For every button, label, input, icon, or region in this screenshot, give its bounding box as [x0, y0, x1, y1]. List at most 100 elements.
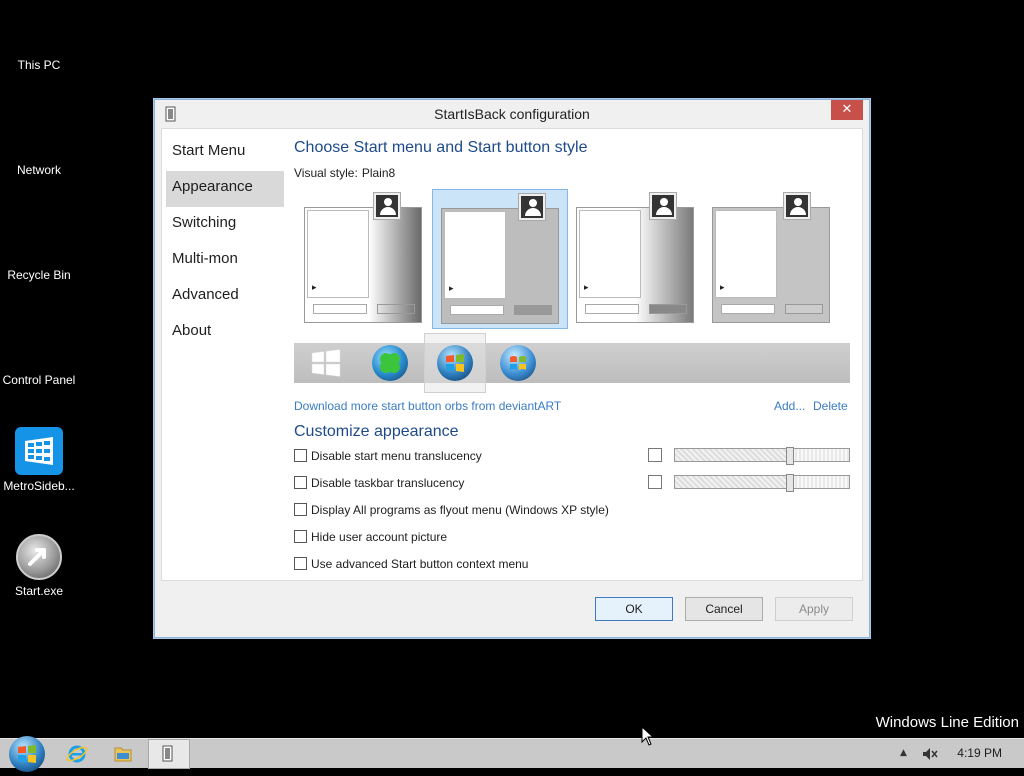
download-orbs-link[interactable]: Download more start button orbs from dev…: [294, 399, 561, 413]
user-picture-icon: [783, 192, 811, 220]
orb-option-windows7[interactable]: [437, 345, 473, 381]
start-button[interactable]: [9, 736, 45, 772]
style-option-2[interactable]: ▸: [432, 189, 568, 329]
appearance-panel: Choose Start menu and Start button style…: [292, 129, 862, 580]
start-menu-preview: ▸: [712, 207, 830, 323]
checkbox[interactable]: [294, 476, 307, 489]
slider-fill: [675, 476, 790, 488]
clover-icon: [380, 353, 400, 373]
desktop-icon-start-exe[interactable]: Start.exe: [0, 534, 78, 598]
settings-nav: Start Menu Appearance Switching Multi-mo…: [166, 135, 284, 351]
startisback-config-icon: [162, 745, 173, 762]
desktop-icon-this-pc[interactable]: This PC: [0, 58, 78, 72]
desktop-icon-label: MetroSideb...: [3, 479, 75, 493]
visual-style-readout: Visual style: Plain8: [294, 166, 395, 180]
style-section-heading: Choose Start menu and Start button style: [294, 139, 588, 156]
taskbar-translucency-slider[interactable]: [674, 474, 850, 492]
window-title: StartIsBack configuration: [434, 106, 590, 122]
ok-button[interactable]: OK: [595, 597, 673, 621]
customize-section-heading: Customize appearance: [294, 423, 459, 440]
slider-fill: [675, 449, 790, 461]
slider-thumb[interactable]: [785, 447, 794, 465]
taskbar: ▲ 4:19 PM: [0, 736, 1024, 772]
start-menu-color-picker[interactable]: [648, 448, 662, 462]
desktop-icon-metrosidebar[interactable]: MetroSideb...: [0, 427, 78, 493]
taskbar-startisback-config[interactable]: [148, 739, 190, 769]
checkbox[interactable]: [294, 557, 307, 570]
nav-item-appearance[interactable]: Appearance: [166, 171, 284, 207]
preview-left-pane: ▸: [715, 210, 777, 298]
taskbar-color-picker[interactable]: [648, 475, 662, 489]
start-menu-preview: ▸: [576, 207, 694, 323]
style-option-3[interactable]: ▸: [568, 189, 704, 329]
preview-shutdown-box: [785, 304, 823, 314]
visual-style-value: Plain8: [361, 166, 396, 180]
option-hide-user-picture[interactable]: Hide user account picture: [294, 530, 447, 546]
start-menu-preview: ▸: [304, 207, 422, 323]
preview-left-pane: ▸: [444, 211, 506, 299]
desktop: This PC Network Recycle Bin Control Pane…: [0, 0, 1024, 738]
option-disable-taskbar-translucency[interactable]: Disable taskbar translucency: [294, 476, 464, 492]
checkbox[interactable]: [294, 530, 307, 543]
close-button[interactable]: ✕: [831, 100, 863, 120]
mouse-pointer-icon: [641, 726, 655, 746]
orb-option-windows8[interactable]: [308, 345, 344, 381]
desktop-icon-label: Control Panel: [2, 373, 76, 387]
nav-item-start-menu[interactable]: Start Menu: [166, 135, 284, 171]
preview-search-box: [585, 304, 639, 314]
apply-button[interactable]: Apply: [775, 597, 853, 621]
style-option-4[interactable]: ▸: [704, 189, 840, 329]
desktop-icon-label: Recycle Bin: [7, 268, 71, 282]
option-disable-start-menu-translucency[interactable]: Disable start menu translucency: [294, 449, 482, 465]
volume-muted-icon[interactable]: [921, 745, 939, 767]
user-picture-icon: [518, 193, 546, 221]
checkbox[interactable]: [294, 449, 307, 462]
preview-search-box: [313, 304, 367, 314]
windows-orb-icon: [18, 745, 36, 763]
desktop-icon-recycle-bin[interactable]: Recycle Bin: [0, 268, 78, 282]
delete-orb-link[interactable]: Delete: [813, 399, 848, 413]
taskbar-file-explorer[interactable]: [102, 739, 144, 769]
start-orb-picker: [294, 333, 850, 393]
option-advanced-context-menu[interactable]: Use advanced Start button context menu: [294, 557, 528, 573]
nav-item-multi-mon[interactable]: Multi-mon: [166, 243, 284, 279]
slider-thumb[interactable]: [785, 474, 794, 492]
startisback-config-window: StartIsBack configuration ✕ Start Menu A…: [154, 99, 870, 638]
desktop-icon-label: Network: [16, 163, 61, 177]
user-picture-icon: [373, 192, 401, 220]
windows8-logo-icon: [311, 349, 341, 377]
nav-item-advanced[interactable]: Advanced: [166, 279, 284, 315]
start-menu-preview: ▸: [441, 208, 559, 324]
start-menu-translucency-slider[interactable]: [674, 447, 850, 465]
edition-watermark: Windows Line Edition: [875, 714, 1019, 731]
preview-shutdown-box: [514, 305, 552, 315]
preview-left-pane: ▸: [307, 210, 369, 298]
windows-flag-icon: [510, 356, 526, 370]
option-label: Use advanced Start button context menu: [311, 557, 529, 571]
orb-option-clover[interactable]: [372, 345, 408, 381]
taskbar-clock[interactable]: 4:19 PM: [957, 746, 1002, 760]
preview-search-box: [450, 305, 504, 315]
option-flyout-all-programs[interactable]: Display All programs as flyout menu (Win…: [294, 503, 609, 519]
add-orb-link[interactable]: Add...: [774, 399, 805, 413]
option-label: Display All programs as flyout menu (Win…: [311, 503, 609, 517]
nav-item-about[interactable]: About: [166, 315, 284, 351]
style-option-1[interactable]: ▸: [296, 189, 432, 329]
start-exe-icon: [16, 534, 62, 580]
user-picture-icon: [649, 192, 677, 220]
desktop-icon-control-panel[interactable]: Control Panel: [0, 373, 78, 387]
orb-option-windows-vista[interactable]: [500, 345, 536, 381]
preview-left-pane: ▸: [579, 210, 641, 298]
windows-flag-icon: [446, 354, 464, 372]
preview-search-box: [721, 304, 775, 314]
taskbar-internet-explorer[interactable]: [56, 739, 98, 769]
desktop-icon-label: Start.exe: [14, 584, 64, 598]
cancel-button[interactable]: Cancel: [685, 597, 763, 621]
title-bar[interactable]: StartIsBack configuration ✕: [155, 100, 869, 128]
show-hidden-icons-chevron-icon[interactable]: ▲: [900, 748, 907, 758]
checkbox[interactable]: [294, 503, 307, 516]
client-area: Start Menu Appearance Switching Multi-mo…: [161, 128, 863, 581]
desktop-icon-network[interactable]: Network: [0, 163, 78, 177]
internet-explorer-icon: [66, 745, 88, 763]
nav-item-switching[interactable]: Switching: [166, 207, 284, 243]
